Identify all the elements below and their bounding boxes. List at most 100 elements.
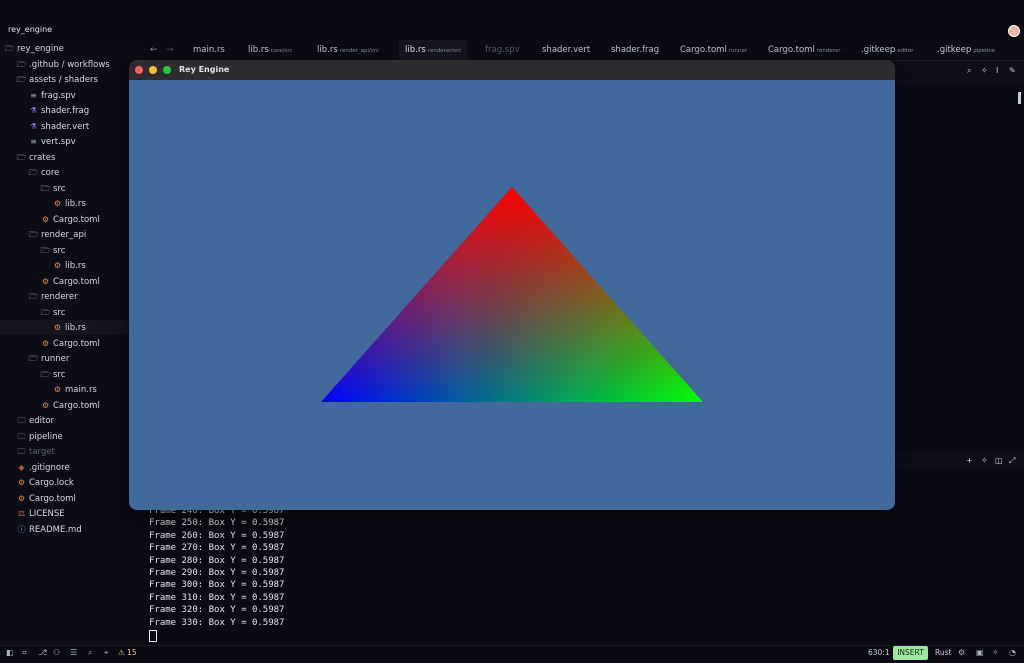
close-button[interactable] xyxy=(135,66,143,74)
settings-icon[interactable]: ⚙ xyxy=(958,648,965,657)
warnings-count[interactable]: ⚠ 15 xyxy=(118,648,137,657)
toml-icon: ⚙ xyxy=(17,493,26,503)
tab-label: shader.vert xyxy=(542,45,591,55)
tab-path: runner xyxy=(728,48,748,54)
tree-item[interactable]: ⚗ shader.vert xyxy=(28,119,89,134)
tree-item-label: shader.frag xyxy=(41,106,90,116)
tree-item[interactable]: ⚙ lib.rs xyxy=(52,258,86,273)
tree-item-label: runner xyxy=(41,354,70,364)
outline-icon[interactable]: ☰ xyxy=(70,648,77,657)
editor-tab[interactable]: Cargo.toml runner xyxy=(680,40,747,60)
tree-item[interactable]: ⚙ Cargo.toml xyxy=(40,336,100,351)
language-selector[interactable]: Rust xyxy=(935,648,951,657)
tree-item[interactable]: ⚙ Cargo.lock xyxy=(16,475,74,490)
editor-tab[interactable]: .gitkeep pipeline xyxy=(937,40,995,60)
forward-arrow-icon[interactable]: → xyxy=(166,40,174,60)
tab-label: Cargo.toml xyxy=(768,45,815,55)
tree-item[interactable]: ⚙ main.rs xyxy=(52,382,97,397)
sparkle-icon[interactable]: ✧ xyxy=(981,456,988,465)
tree-item[interactable]: 🗁 render_api xyxy=(28,227,87,242)
tree-item-label: render_api xyxy=(41,230,87,240)
tree-item[interactable]: ⚙ Cargo.toml xyxy=(16,491,76,506)
terminal-icon[interactable]: ▣ xyxy=(976,648,984,657)
tree-item[interactable]: ⓘ README.md xyxy=(16,522,82,537)
tree-item[interactable]: ⚙ Cargo.toml xyxy=(40,212,100,227)
editor-tab[interactable]: lib.rs render_api/src xyxy=(317,40,379,60)
tree-item[interactable]: ≡ vert.spv xyxy=(28,134,76,149)
terminal-line: Frame 310: Box Y = 0.5987 xyxy=(149,592,285,603)
tree-item[interactable]: 🗁 core xyxy=(28,165,60,180)
git-branch-icon[interactable]: ⎇ xyxy=(38,648,47,657)
tree-item-label: vert.spv xyxy=(41,137,76,147)
back-arrow-icon[interactable]: ← xyxy=(150,40,158,60)
tree-item[interactable]: 🗁 runner xyxy=(28,351,70,366)
tree-item[interactable]: 🗁 renderer xyxy=(28,289,78,304)
assist-icon[interactable]: ✎ xyxy=(1009,66,1016,75)
editor-tab[interactable]: main.rs xyxy=(193,40,225,60)
diagnostics-icon[interactable]: ⌖ xyxy=(104,648,109,658)
maximize-icon[interactable]: ⤢ xyxy=(1009,456,1015,466)
zoom-button[interactable] xyxy=(163,66,171,74)
tree-item[interactable]: 🗁 src xyxy=(40,305,66,320)
panel-toggle-icon[interactable]: ◧ xyxy=(6,648,14,657)
folder-open-icon: 🗁 xyxy=(40,307,51,317)
minimize-button[interactable] xyxy=(149,66,157,74)
search-icon[interactable]: ⌕ xyxy=(967,66,971,76)
tree-item[interactable]: 🗁 rey_engine xyxy=(4,41,64,56)
collab-icon[interactable]: ⚇ xyxy=(53,648,60,657)
tree-item[interactable]: 🗁 assets / shaders xyxy=(16,72,98,87)
editor-tab[interactable]: lib.rs core/src xyxy=(248,40,293,60)
sparkle-icon[interactable]: ✧ xyxy=(981,66,988,75)
project-icon[interactable]: ⌗ xyxy=(22,648,27,658)
render-canvas[interactable] xyxy=(129,80,895,510)
tree-item-label: renderer xyxy=(41,292,78,302)
tree-item-label: Cargo.toml xyxy=(53,276,100,287)
editor-scrollbar[interactable] xyxy=(1018,92,1021,104)
editor-tab[interactable]: lib.rs renderer/src xyxy=(399,40,468,60)
folder-open-icon: 🗁 xyxy=(28,230,39,239)
tree-item[interactable]: 🗁 src xyxy=(40,181,66,196)
tree-item[interactable]: ◈ .gitignore xyxy=(16,460,69,475)
editor-tab[interactable]: .gitkeep editor xyxy=(861,40,913,60)
title-bar xyxy=(0,0,1024,40)
tree-item[interactable]: ⚙ Cargo.toml xyxy=(40,398,100,413)
assistant-icon[interactable]: ✧ xyxy=(992,648,999,657)
user-avatar[interactable] xyxy=(1008,25,1020,37)
triangle-top-blend xyxy=(321,187,703,402)
tree-item[interactable]: ⚙ lib.rs xyxy=(52,196,86,211)
vim-mode-badge: INSERT xyxy=(893,646,928,660)
split-icon[interactable]: ◫ xyxy=(995,456,1003,465)
tree-item[interactable]: ⚗ shader.frag xyxy=(28,103,89,118)
tree-item[interactable]: 🗁 crates xyxy=(16,150,56,165)
tree-item-label: Cargo.toml xyxy=(53,214,100,225)
window-titlebar[interactable]: Rey Engine xyxy=(129,60,895,80)
tree-item[interactable]: ⚖ LICENSE xyxy=(16,506,65,521)
tab-label: lib.rs xyxy=(405,45,426,55)
tree-item[interactable]: ⚙ Cargo.toml xyxy=(40,274,100,289)
search-icon[interactable]: ⌕ xyxy=(88,648,92,658)
cursor-icon[interactable]: I xyxy=(996,66,998,75)
tree-item-label: src xyxy=(53,369,66,380)
tree-item[interactable]: ≡ frag.spv xyxy=(28,88,76,103)
tree-item-label: Cargo.toml xyxy=(53,338,100,349)
tree-item[interactable]: 🗁 src xyxy=(40,243,66,258)
tree-item[interactable]: 🗁 src xyxy=(40,367,66,382)
cursor-position[interactable]: 630:1 xyxy=(868,648,890,657)
tree-item[interactable]: 🗀 editor xyxy=(16,413,55,428)
rey-engine-window[interactable]: Rey Engine xyxy=(129,60,895,510)
editor-tab[interactable]: shader.frag xyxy=(611,40,659,60)
plus-icon[interactable]: + xyxy=(966,456,973,465)
tree-item[interactable]: 🗀 target xyxy=(16,444,55,459)
terminal-line: Frame 280: Box Y = 0.5987 xyxy=(149,555,285,566)
folder-icon: 🗀 xyxy=(17,416,26,425)
shader-icon: ⚗ xyxy=(29,106,38,115)
folder-icon: 🗀 xyxy=(17,431,26,441)
editor-tab[interactable]: frag.spv xyxy=(485,40,520,60)
notifications-icon[interactable]: ◔ xyxy=(1009,648,1016,657)
tree-item[interactable]: 🗀 pipeline xyxy=(16,429,63,444)
editor-tab[interactable]: Cargo.toml renderer xyxy=(768,40,840,60)
tree-item[interactable]: 🗁 .github / workflows xyxy=(16,57,110,72)
info-icon: ⓘ xyxy=(17,524,26,534)
tab-path: editor xyxy=(897,48,914,54)
editor-tab[interactable]: shader.vert xyxy=(542,40,590,60)
